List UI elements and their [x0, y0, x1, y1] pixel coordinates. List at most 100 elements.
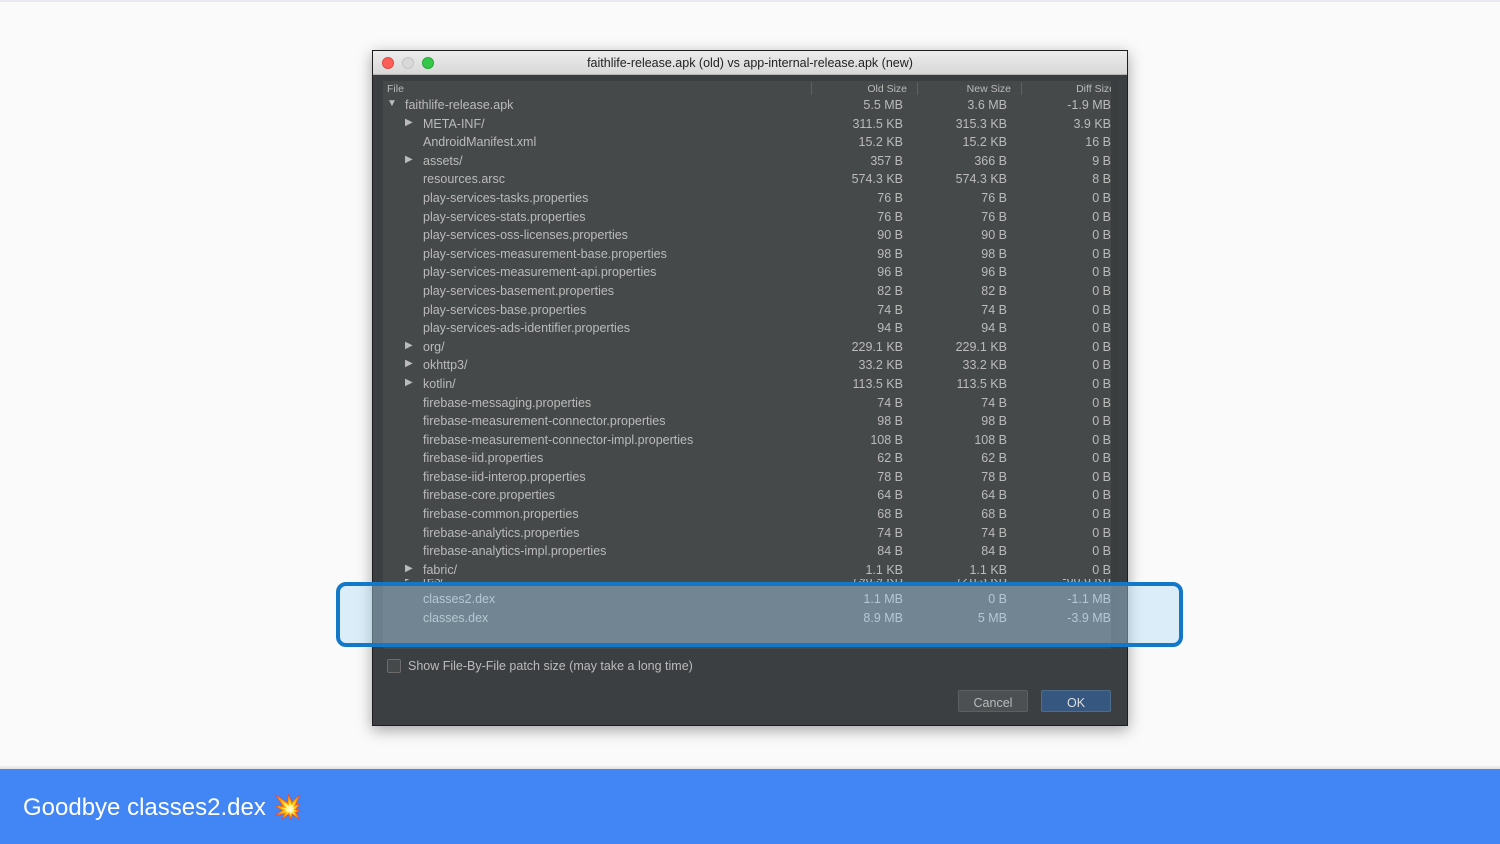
table-body: ▼ faithlife-release.apk 5.5 MB 3.6 MB -1.9 M…: [383, 96, 1117, 628]
row-file-name: play-services-tasks.properties: [423, 190, 589, 205]
row-file-name: assets/: [423, 153, 463, 168]
row-file-name: firebase-measurement-connector-impl.prop…: [423, 432, 694, 447]
table-row[interactable]: firebase-analytics.properties 74 B 74 B 0 B: [383, 524, 1117, 543]
row-new-size: 74 B: [981, 525, 1007, 540]
table-row[interactable]: ▶ META-INF/311.5 KB 315.3 KB 3.9 KB: [383, 115, 1117, 134]
row-file-name: firebase-analytics-impl.properties: [423, 544, 607, 559]
table-row[interactable]: firebase-common.properties 68 B 68 B 0 B: [383, 505, 1117, 524]
table-row[interactable]: firebase-analytics-impl.properties 84 B 84…: [383, 542, 1117, 561]
row-old-size: 90 B: [877, 228, 903, 243]
row-diff-size: 0 B: [1092, 562, 1111, 577]
ok-button[interactable]: OK: [1041, 690, 1111, 712]
expand-arrow-icon[interactable]: ▶: [405, 358, 413, 369]
row-old-size: 94 B: [877, 321, 903, 336]
row-diff-size: 8 B: [1092, 172, 1111, 187]
row-old-size: 1.1 KB: [865, 562, 903, 577]
table-row[interactable]: play-services-measurement-base.propertie…: [383, 245, 1117, 264]
table-row[interactable]: play-services-tasks.properties 76 B 76 B 0 …: [383, 189, 1117, 208]
table-row[interactable]: AndroidManifest.xml 15.2 KB 15.2 KB 16 B: [383, 133, 1117, 152]
row-old-size: 33.2 KB: [858, 358, 903, 373]
row-new-size: 90 B: [981, 228, 1007, 243]
row-old-size: 74 B: [877, 395, 903, 410]
table-row[interactable]: play-services-ads-identifier.properties 9…: [383, 319, 1117, 338]
slide-caption: Goodbye classes2.dex 💥: [23, 793, 302, 822]
row-old-size: 74 B: [877, 302, 903, 317]
header-diff-size[interactable]: Diff Size: [1076, 83, 1115, 95]
header-new-size[interactable]: New Size: [967, 83, 1011, 95]
expand-arrow-icon[interactable]: ▶: [405, 154, 413, 165]
table-row[interactable]: ▶ kotlin/113.5 KB 113.5 KB 0 B: [383, 375, 1117, 394]
row-old-size: 76 B: [877, 190, 903, 205]
table-row[interactable]: firebase-iid.properties 62 B 62 B 0 B: [383, 449, 1117, 468]
table-row[interactable]: ▼ faithlife-release.apk 5.5 MB 3.6 MB -1.9 M…: [383, 96, 1117, 115]
table-row[interactable]: firebase-iid-interop.properties 78 B 78 B 0…: [383, 468, 1117, 487]
window-title: faithlife-release.apk (old) vs app-inter…: [587, 56, 913, 70]
cancel-button[interactable]: Cancel: [958, 690, 1028, 712]
table-row[interactable]: ▶ okhttp3/33.2 KB 33.2 KB 0 B: [383, 356, 1117, 375]
row-old-size: 78 B: [877, 469, 903, 484]
row-diff-size: 0 B: [1092, 395, 1111, 410]
row-new-size: 108 B: [974, 432, 1007, 447]
row-file-name: AndroidManifest.xml: [423, 135, 537, 150]
row-file-name: resources.arsc: [423, 172, 505, 187]
file-diff-table[interactable]: File Old Size New Size Diff Size ▼ faithl…: [383, 81, 1117, 649]
row-new-size: 76 B: [981, 209, 1007, 224]
row-file-name: play-services-measurement-base.propertie…: [423, 246, 667, 261]
row-new-size: 62 B: [981, 451, 1007, 466]
expand-arrow-icon[interactable]: ▶: [405, 340, 413, 351]
table-row[interactable]: firebase-core.properties 64 B 64 B 0 B: [383, 486, 1117, 505]
window-titlebar[interactable]: faithlife-release.apk (old) vs app-inter…: [373, 51, 1127, 75]
row-new-size: 113.5 KB: [956, 376, 1007, 391]
expand-arrow-icon[interactable]: ▶: [405, 377, 413, 388]
row-old-size: 96 B: [877, 265, 903, 280]
table-row[interactable]: firebase-measurement-connector.propertie…: [383, 412, 1117, 431]
row-new-size: 78 B: [981, 469, 1007, 484]
table-row[interactable]: ▶ assets/357 B 366 B 9 B: [383, 152, 1117, 171]
collapse-arrow-icon[interactable]: ▼: [387, 98, 397, 109]
table-row[interactable]: play-services-stats.properties 76 B 76 B 0 …: [383, 208, 1117, 227]
table-row[interactable]: firebase-messaging.properties 74 B 74 B 0 B: [383, 394, 1117, 413]
row-new-size: 229.1 KB: [955, 339, 1007, 354]
table-scrollbar-track[interactable]: [1111, 81, 1117, 649]
row-file-name: play-services-stats.properties: [423, 209, 586, 224]
row-new-size: 315.3 KB: [955, 116, 1007, 131]
table-row[interactable]: firebase-measurement-connector-impl.prop…: [383, 431, 1117, 450]
table-row[interactable]: play-services-basement.properties 82 B 82 …: [383, 282, 1117, 301]
column-divider[interactable]: [917, 82, 918, 95]
header-old-size[interactable]: Old Size: [867, 83, 907, 95]
row-old-size: 113.5 KB: [852, 376, 903, 391]
table-row[interactable]: ▶ fabric/1.1 KB 1.1 KB 0 B: [383, 561, 1117, 580]
row-file-name: play-services-basement.properties: [423, 283, 615, 298]
row-file-name: play-services-ads-identifier.properties: [423, 321, 631, 336]
row-old-size: 357 B: [870, 153, 903, 168]
row-diff-size: 0 B: [1092, 488, 1111, 503]
row-diff-size: -1.9 MB: [1067, 98, 1111, 112]
row-old-size: 64 B: [877, 488, 903, 503]
row-file-name: firebase-iid.properties: [423, 451, 544, 466]
patch-size-checkbox[interactable]: [387, 659, 401, 673]
column-divider[interactable]: [811, 82, 812, 95]
row-new-size: 1.1 KB: [969, 562, 1007, 577]
row-old-size: 98 B: [877, 246, 903, 261]
row-diff-size: 0 B: [1092, 302, 1111, 317]
table-row[interactable]: resources.arsc 574.3 KB 574.3 KB 8 B: [383, 170, 1117, 189]
row-diff-size: 0 B: [1092, 507, 1111, 522]
patch-size-label: Show File-By-File patch size (may take a…: [408, 659, 693, 673]
table-row[interactable]: play-services-base.properties 74 B 74 B 0 B: [383, 301, 1117, 320]
row-old-size: 68 B: [877, 507, 903, 522]
row-new-size: 3.6 MB: [967, 98, 1007, 112]
row-old-size: 108 B: [870, 432, 903, 447]
table-row[interactable]: play-services-measurement-api.properties…: [383, 263, 1117, 282]
header-file[interactable]: File: [387, 83, 404, 95]
column-divider[interactable]: [1021, 82, 1022, 95]
table-row[interactable]: play-services-oss-licenses.properties 90 …: [383, 226, 1117, 245]
expand-arrow-icon[interactable]: ▶: [405, 563, 413, 574]
row-new-size: 82 B: [981, 283, 1007, 298]
row-file-name: org/: [423, 339, 445, 354]
expand-arrow-icon[interactable]: ▶: [405, 117, 413, 128]
row-new-size: 98 B: [981, 246, 1007, 261]
row-diff-size: 3.9 KB: [1073, 116, 1111, 131]
row-new-size: 84 B: [981, 544, 1007, 559]
row-diff-size: 0 B: [1092, 376, 1111, 391]
table-row[interactable]: ▶ org/229.1 KB 229.1 KB 0 B: [383, 338, 1117, 357]
